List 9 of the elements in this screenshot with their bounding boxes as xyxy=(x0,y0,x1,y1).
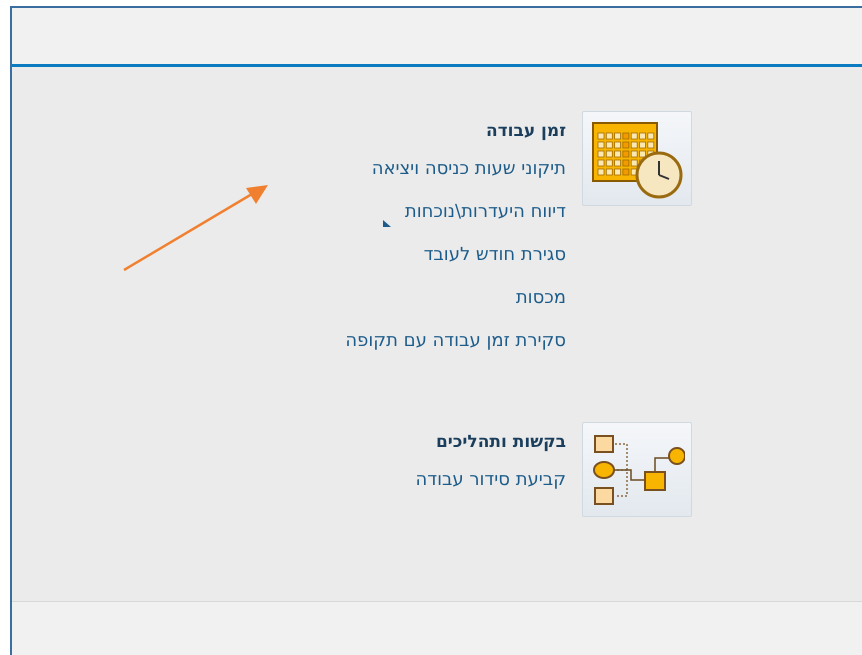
section-title: זמן עבודה xyxy=(486,121,566,143)
menu-link[interactable]: קביעת סידור עבודה xyxy=(415,458,566,501)
section-title: בקשות ותהליכים xyxy=(436,432,566,454)
corner-marker-icon xyxy=(382,220,391,227)
menu-link[interactable]: מכסות xyxy=(516,276,566,319)
menu-link[interactable]: תיקוני שעות כניסה ויציאה xyxy=(372,147,566,190)
menu-link[interactable]: סקירת זמן עבודה עם תקופה xyxy=(345,319,566,362)
menu-link[interactable]: דיווח היעדרות\נוכחות xyxy=(382,190,566,233)
menu-link[interactable]: סגירת חודש לעובד xyxy=(424,233,566,276)
